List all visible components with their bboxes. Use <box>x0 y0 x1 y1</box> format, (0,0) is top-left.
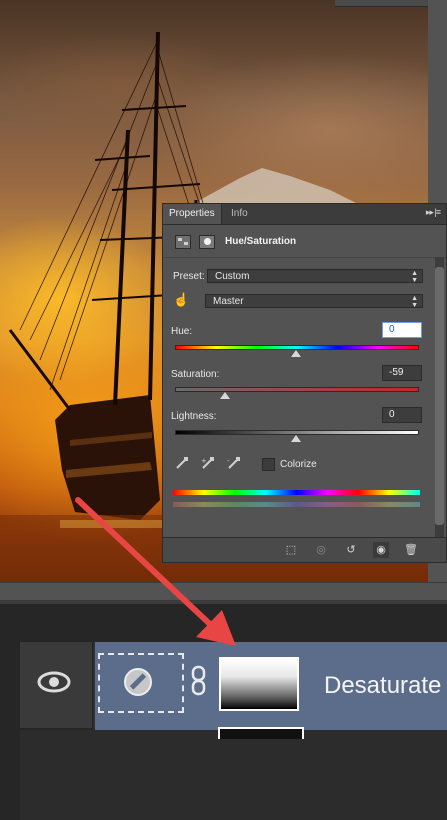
preset-value: Custom <box>215 271 250 282</box>
chevron-updown-icon: ▲ ▼ <box>411 295 418 309</box>
canvas-horizontal-scrollbar[interactable] <box>0 582 447 600</box>
eyedropper-minus-icon[interactable]: - <box>227 456 241 470</box>
svg-text:+: + <box>201 457 207 465</box>
svg-text:-: - <box>227 457 230 465</box>
layer-mask-icon[interactable] <box>199 235 215 249</box>
preset-dropdown[interactable]: Custom ▲ ▼ <box>207 269 423 284</box>
colorize-label: Colorize <box>280 459 317 470</box>
visibility-toggle-icon[interactable]: ◉ <box>373 542 389 558</box>
input-color-bar <box>173 490 420 495</box>
lightness-input[interactable]: 0 <box>382 407 422 423</box>
hue-input[interactable]: 0 <box>382 322 422 338</box>
panel-menu-icon[interactable]: ▸▸ |≡ <box>426 207 441 218</box>
colorize-checkbox[interactable] <box>262 458 275 471</box>
output-color-bar <box>173 502 420 507</box>
lightness-label: Lightness: <box>171 411 217 422</box>
tab-properties[interactable]: Properties <box>163 204 222 224</box>
panel-scrollbar[interactable] <box>435 257 444 537</box>
reset-icon[interactable]: ↺ <box>343 542 359 558</box>
saturation-slider-track[interactable] <box>175 387 419 392</box>
tab-info[interactable]: Info <box>225 204 254 224</box>
hue-slider-thumb[interactable] <box>291 350 301 357</box>
channel-value: Master <box>213 296 244 307</box>
view-previous-state-icon[interactable]: ◎ <box>313 542 329 558</box>
layer-thumbnail-below[interactable] <box>218 727 304 739</box>
panel-tabs: Properties Info ▸▸ |≡ <box>163 204 446 225</box>
chain-link-icon[interactable] <box>190 664 208 698</box>
hue-label: Hue: <box>171 326 193 337</box>
layer-row-below[interactable] <box>20 730 447 820</box>
saturation-label: Saturation: <box>171 369 220 380</box>
adjustment-title: Hue/Saturation <box>225 236 297 247</box>
clip-to-layer-icon[interactable]: ⬚ <box>283 542 299 558</box>
properties-panel: Properties Info ▸▸ |≡ Hue/Saturation Pre… <box>162 203 447 563</box>
saturation-slider-thumb[interactable] <box>219 392 230 399</box>
targeted-adjustment-hand-icon[interactable]: ☝ <box>173 292 191 308</box>
layer-name[interactable]: Desaturate <box>324 672 441 700</box>
hue-saturation-adjustment-icon <box>124 668 152 696</box>
adjustment-controls: Preset: Custom ▲ ▼ ☝ Master ▲ ▼ Hue: 0 Sat… <box>163 258 446 540</box>
adjustment-header: Hue/Saturation <box>163 225 446 258</box>
adjustment-settings-icon[interactable] <box>175 235 191 249</box>
panel-scrollbar-thumb[interactable] <box>435 267 444 525</box>
preset-label: Preset: <box>173 271 205 282</box>
delete-icon[interactable]: 🗑 <box>403 542 419 558</box>
saturation-input[interactable]: -59 <box>382 365 422 381</box>
panel-footer: ⬚ ◎ ↺ ◉ 🗑 <box>163 537 446 562</box>
lightness-slider-thumb[interactable] <box>291 435 301 442</box>
eyedropper-plus-icon[interactable]: + <box>201 456 215 470</box>
eyedropper-icon[interactable] <box>175 456 189 470</box>
chevron-updown-icon: ▲ ▼ <box>411 270 418 284</box>
eye-icon[interactable] <box>36 670 72 699</box>
channel-dropdown[interactable]: Master ▲ ▼ <box>205 294 423 309</box>
layer-mask-thumbnail[interactable] <box>219 657 299 711</box>
panel-divider <box>0 600 447 604</box>
